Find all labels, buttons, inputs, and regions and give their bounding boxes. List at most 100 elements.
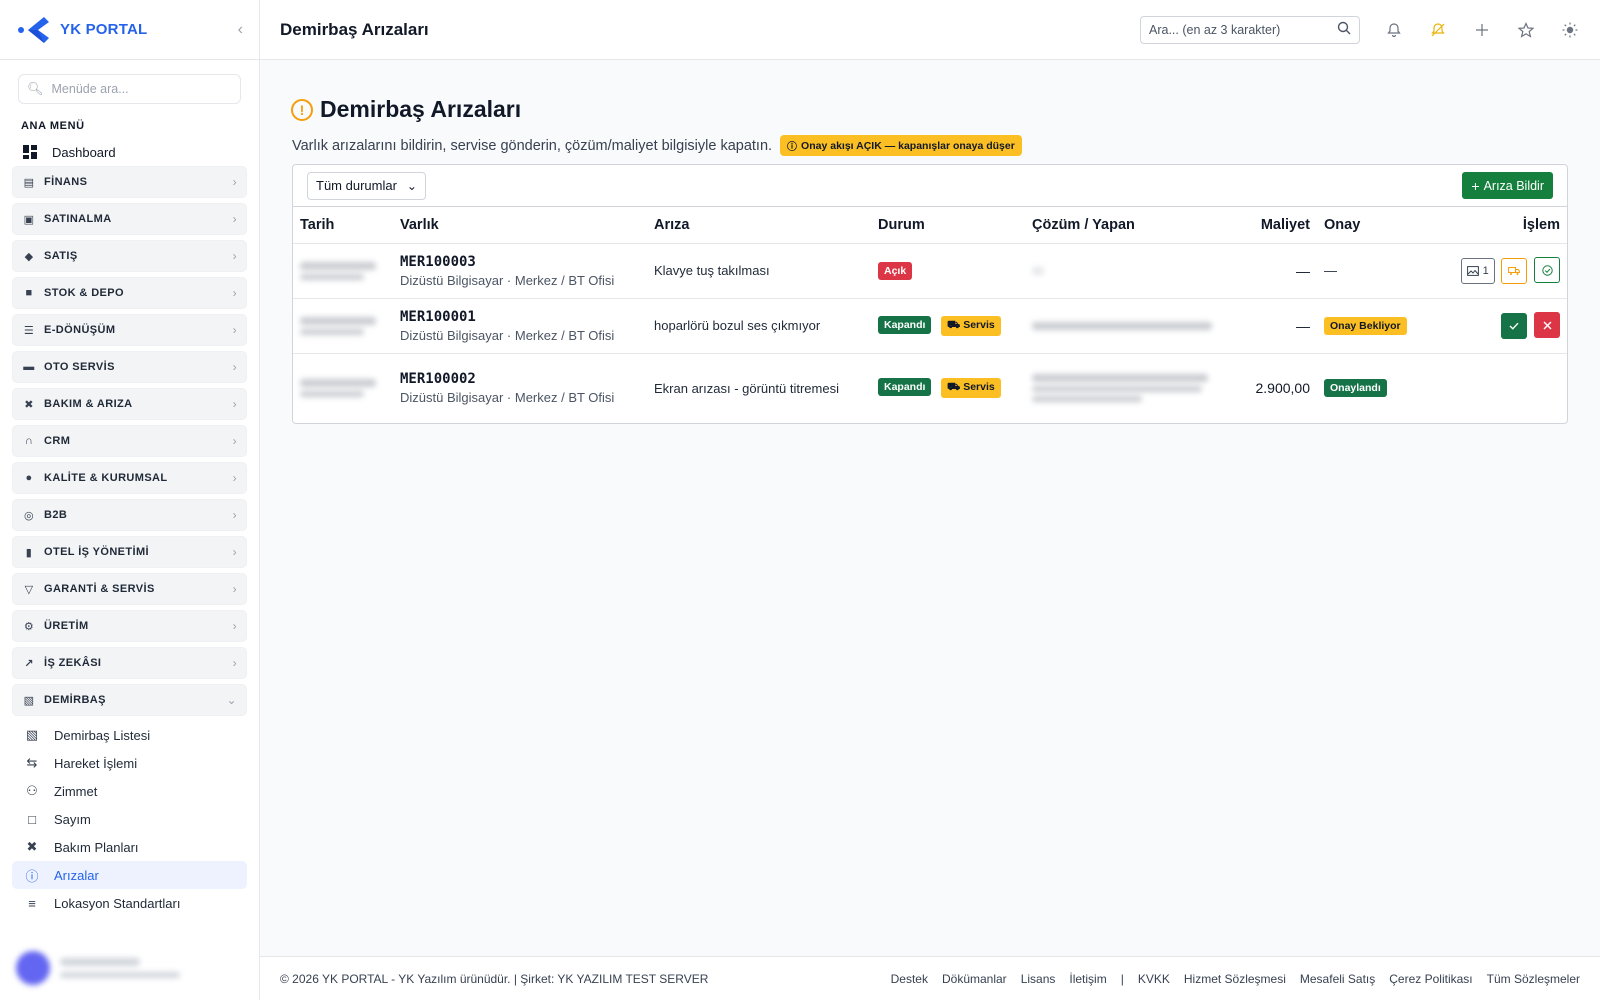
asset-code[interactable]: MER100002 <box>400 371 640 387</box>
photos-button[interactable]: 1 <box>1460 257 1495 284</box>
col-approval[interactable]: Onay <box>1317 207 1437 244</box>
status-badge: Kapandı <box>878 315 932 334</box>
sidebar-subitem-0[interactable]: ▧ Demirbaş Listesi <box>12 721 247 749</box>
sidebar-group-label: FİNANS <box>44 176 88 188</box>
service-badge: ⛟︎ Servis <box>941 378 1001 399</box>
sidebar-subitem-5[interactable]: ⓘ Arızalar <box>12 861 247 889</box>
logo-icon[interactable] <box>16 13 50 47</box>
sidebar-group-10[interactable]: ▮ OTEL İŞ YÖNETİMİ › <box>12 536 247 568</box>
sidebar-group-2[interactable]: ◆ SATIŞ › <box>12 240 247 272</box>
sidebar-subitem-3[interactable]: □ Sayım <box>12 805 247 833</box>
footer-link-contact[interactable]: İletişim <box>1069 972 1106 986</box>
sidebar-subitem-4[interactable]: ✖ Bakım Planları <box>12 833 247 861</box>
collapse-sidebar-icon[interactable]: ‹ <box>238 21 243 39</box>
footer-link-docs[interactable]: Dökümanlar <box>942 972 1007 986</box>
user-profile[interactable] <box>16 946 243 990</box>
sidebar-group-14[interactable]: ▧ DEMİRBAŞ ⌄ <box>12 684 247 716</box>
sidebar-group-label: SATIŞ <box>44 250 78 262</box>
global-search-placeholder: Ara... (en az 3 karakter) <box>1149 22 1281 37</box>
date-cell <box>293 298 393 354</box>
menu-search-placeholder: Menüde ara... <box>51 82 129 96</box>
theme-toggle-icon[interactable] <box>1560 20 1580 40</box>
search-icon <box>1337 21 1351 38</box>
sidebar-item-dashboard[interactable]: Dashboard <box>0 138 259 166</box>
status-filter-value: Tüm durumlar <box>316 178 397 193</box>
asset-detail: Dizüstü Bilgisayar · Merkez / BT Ofisi <box>400 327 615 343</box>
approval-flow-text: Onay akışı AÇIK — kapanışlar onaya düşer <box>801 139 1015 152</box>
sidebar-group-13[interactable]: ↗ İŞ ZEKÂSI › <box>12 647 247 679</box>
footer-link-kvkk[interactable]: KVKK <box>1138 972 1170 986</box>
global-search-input[interactable]: Ara... (en az 3 karakter) <box>1140 15 1360 44</box>
send-to-service-button[interactable] <box>1501 257 1528 284</box>
asset-code[interactable]: MER100001 <box>400 309 640 325</box>
chevron-right-icon: › <box>232 508 237 522</box>
col-fault[interactable]: Arıza <box>647 207 871 244</box>
table-row[interactable]: MER100003 Dizüstü Bilgisayar · Merkez / … <box>293 243 1567 299</box>
chart-icon: ↗ <box>24 657 34 670</box>
briefcase-icon: ▣ <box>23 213 35 226</box>
sidebar-item-label: Zimmet <box>54 783 98 799</box>
sidebar-subitem-6[interactable]: ≡ Lokasyon Standartları <box>12 889 247 917</box>
footer-link-distance-sales[interactable]: Mesafeli Satış <box>1300 972 1375 986</box>
menu-search-input[interactable]: 🔍︎ Menüde ara... <box>18 74 241 104</box>
footer-link-support[interactable]: Destek <box>891 972 928 986</box>
plus-icon[interactable] <box>1472 20 1492 40</box>
actions-cell <box>1437 298 1567 354</box>
status-cell: Açık <box>871 243 1025 299</box>
chevron-right-icon: › <box>232 360 237 374</box>
sidebar-group-1[interactable]: ▣ SATINALMA › <box>12 203 247 235</box>
date-cell <box>293 353 393 423</box>
sidebar-subitem-1[interactable]: ⇆ Hareket İşlemi <box>12 749 247 777</box>
service-badge-label: Servis <box>963 318 995 331</box>
star-icon[interactable] <box>1516 20 1536 40</box>
chevron-right-icon: › <box>232 249 237 263</box>
sidebar-group-11[interactable]: ▽ GARANTİ & SERVİS › <box>12 573 247 605</box>
col-solution[interactable]: Çözüm / Yapan <box>1025 207 1237 244</box>
table-row[interactable]: MER100001 Dizüstü Bilgisayar · Merkez / … <box>293 298 1567 354</box>
sidebar-group-7[interactable]: ∩ CRM › <box>12 425 247 457</box>
chevron-right-icon: › <box>232 582 237 596</box>
asset-cell: MER100003 Dizüstü Bilgisayar · Merkez / … <box>393 243 647 299</box>
sidebar-item-label: Lokasyon Standartları <box>54 895 181 911</box>
image-icon <box>1466 265 1479 276</box>
approve-button[interactable] <box>1501 312 1528 339</box>
cost-cell: — <box>1237 243 1317 299</box>
footer-links: Destek Dökümanlar Lisans İletişim | KVKK… <box>877 972 1580 986</box>
footer-link-cookie-policy[interactable]: Çerez Politikası <box>1389 972 1472 986</box>
tag-icon: ◆ <box>24 250 34 263</box>
topbar: Demirbaş Arızaları Ara... (en az 3 karak… <box>260 0 1600 60</box>
topbar-title: Demirbaş Arızaları <box>280 19 429 39</box>
close-fault-button[interactable] <box>1534 257 1560 284</box>
col-status[interactable]: Durum <box>871 207 1025 244</box>
footer-link-service-agreement[interactable]: Hizmet Sözleşmesi <box>1184 972 1286 986</box>
approval-flow-badge: ⓘ Onay akışı AÇIK — kapanışlar onaya düş… <box>780 135 1022 156</box>
col-cost[interactable]: Maliyet <box>1237 207 1317 244</box>
sidebar-group-12[interactable]: ⚙ ÜRETİM › <box>12 610 247 642</box>
sidebar-group-0[interactable]: ▤ FİNANS › <box>12 166 247 198</box>
report-fault-button[interactable]: + Arıza Bildir <box>1462 172 1553 199</box>
photo-count: 1 <box>1482 264 1489 277</box>
footer-link-all-agreements[interactable]: Tüm Sözleşmeler <box>1487 972 1580 986</box>
bell-off-icon[interactable] <box>1428 20 1448 40</box>
col-date[interactable]: Tarih <box>293 207 393 244</box>
sidebar-group-4[interactable]: ☰ E-DÖNÜŞÜM › <box>12 314 247 346</box>
status-filter-select[interactable]: Tüm durumlar ⌄ <box>307 171 426 200</box>
date-cell <box>293 243 393 299</box>
bell-icon[interactable] <box>1384 20 1404 40</box>
sidebar-group-label: CRM <box>44 435 71 447</box>
sidebar-group-label: GARANTİ & SERVİS <box>44 583 155 595</box>
asset-code[interactable]: MER100003 <box>400 254 640 270</box>
col-asset[interactable]: Varlık <box>393 207 647 244</box>
reject-button[interactable] <box>1534 312 1560 339</box>
dashboard-icon <box>23 145 37 159</box>
truck-icon: ⛟︎ <box>947 318 964 331</box>
sidebar-group-9[interactable]: ◎ B2B › <box>12 499 247 531</box>
table-row[interactable]: MER100002 Dizüstü Bilgisayar · Merkez / … <box>293 353 1567 423</box>
sidebar-subitem-2[interactable]: ⚇ Zimmet <box>12 777 247 805</box>
approval-badge: Onay Bekliyor <box>1324 316 1407 335</box>
sidebar-group-5[interactable]: ▬ OTO SERVİS › <box>12 351 247 383</box>
footer-link-license[interactable]: Lisans <box>1021 972 1056 986</box>
sidebar-group-8[interactable]: ● KALİTE & KURUMSAL › <box>12 462 247 494</box>
sidebar-group-6[interactable]: ✖ BAKIM & ARIZA › <box>12 388 247 420</box>
sidebar-group-3[interactable]: ■ STOK & DEPO › <box>12 277 247 309</box>
